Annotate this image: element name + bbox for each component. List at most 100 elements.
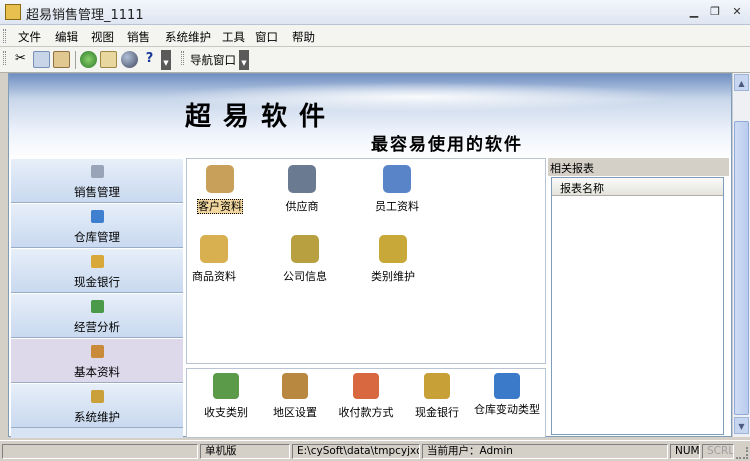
title-bar: 超易销售管理_1111 ▁ ❐ ✕ bbox=[0, 0, 750, 25]
region-icon bbox=[282, 373, 308, 399]
status-num: NUM bbox=[670, 444, 700, 459]
edit-icon[interactable] bbox=[100, 51, 117, 68]
nav-label: 仓库管理 bbox=[74, 230, 120, 244]
copy-icon[interactable] bbox=[33, 51, 50, 68]
scroll-thumb[interactable] bbox=[734, 121, 749, 415]
menu-help[interactable]: 帮助 bbox=[290, 28, 317, 44]
maximize-icon[interactable]: ❐ bbox=[707, 5, 723, 19]
cash-bank-icon bbox=[424, 373, 450, 399]
nav-system[interactable]: 系统维护 bbox=[11, 383, 183, 428]
report-name-column-header[interactable]: 报表名称 bbox=[552, 178, 723, 196]
bottom-panel: 收支类别 地区设置 收付款方式 现金银行 仓库变动类型 bbox=[186, 368, 546, 438]
center-panel: 客户资料 供应商 员工资料 商品资料 公司信息 类别维护 bbox=[186, 158, 546, 364]
item-label: 收支类别 bbox=[204, 406, 248, 419]
nav-warehouse[interactable]: 仓库管理 bbox=[11, 203, 183, 248]
item-label: 供应商 bbox=[285, 200, 319, 213]
toolbar2-grip[interactable] bbox=[181, 51, 184, 65]
item-income-expense[interactable]: 收支类别 bbox=[192, 373, 260, 439]
help-icon[interactable]: ? bbox=[141, 51, 158, 68]
status-mode: 单机版 bbox=[200, 444, 290, 459]
menu-system[interactable]: 系统维护 bbox=[163, 28, 213, 44]
banner-title: 超易软件 bbox=[185, 102, 338, 132]
paste-icon[interactable] bbox=[53, 51, 70, 68]
nav-label: 现金银行 bbox=[74, 275, 120, 289]
customer-icon bbox=[206, 165, 234, 193]
banner: 超易软件 最容易使用的软件 bbox=[9, 74, 731, 158]
cut-icon[interactable]: ✂ bbox=[12, 51, 29, 68]
toolbar: ✂ ? ▼ 导航窗口 ▼ bbox=[0, 47, 750, 73]
menu-file[interactable]: 文件 bbox=[16, 28, 43, 44]
globe-icon[interactable] bbox=[121, 51, 138, 68]
supplier-icon bbox=[288, 165, 316, 193]
toolbar-grip[interactable] bbox=[3, 51, 6, 65]
nav-label: 基本资料 bbox=[74, 365, 120, 379]
stock-change-icon bbox=[494, 373, 520, 399]
window-title: 超易销售管理_1111 bbox=[26, 8, 144, 23]
toolbar-overflow-icon[interactable]: ▼ bbox=[161, 50, 171, 70]
nav-label: 系统维护 bbox=[74, 410, 120, 424]
item-label: 公司信息 bbox=[283, 270, 327, 283]
menu-bar: 文件 编辑 视图 销售 系统维护 工具 窗口 帮助 bbox=[0, 25, 750, 47]
status-pane-empty bbox=[2, 444, 198, 459]
reports-list[interactable]: 报表名称 bbox=[551, 177, 724, 435]
item-payment-method[interactable]: 收付款方式 bbox=[332, 373, 400, 439]
nav-basic-data[interactable]: 基本资料 bbox=[11, 338, 183, 383]
vertical-scrollbar[interactable]: ▲ ▼ bbox=[732, 73, 750, 437]
item-region[interactable]: 地区设置 bbox=[261, 373, 329, 439]
nav-label: 经营分析 bbox=[74, 320, 120, 334]
nav-window-button[interactable]: 导航窗口 bbox=[190, 52, 236, 68]
status-bar: 单机版 E:\cySoft\data\tmpcyjxc.sys 当前用户：Adm… bbox=[0, 440, 750, 461]
menu-tools[interactable]: 工具 bbox=[220, 28, 247, 44]
money-bag-icon bbox=[91, 255, 104, 268]
book-icon bbox=[91, 345, 104, 358]
goods-icon bbox=[200, 235, 228, 263]
item-customer[interactable]: 客户资料 bbox=[185, 165, 255, 225]
item-label: 仓库变动类型 bbox=[474, 403, 540, 416]
item-supplier[interactable]: 供应商 bbox=[267, 165, 337, 225]
item-label: 员工资料 bbox=[375, 200, 419, 213]
item-goods[interactable]: 商品资料 bbox=[179, 235, 249, 295]
item-company-info[interactable]: 公司信息 bbox=[270, 235, 340, 295]
menu-view[interactable]: 视图 bbox=[89, 28, 116, 44]
category-icon bbox=[379, 235, 407, 263]
item-label: 客户资料 bbox=[197, 199, 243, 214]
item-category[interactable]: 类别维护 bbox=[358, 235, 428, 295]
item-label: 现金银行 bbox=[415, 406, 459, 419]
item-stock-change[interactable]: 仓库变动类型 bbox=[473, 373, 541, 439]
nav-label: 销售管理 bbox=[74, 185, 120, 199]
menu-grip[interactable] bbox=[3, 29, 6, 43]
nav-analysis[interactable]: 经营分析 bbox=[11, 293, 183, 338]
scroll-up-icon[interactable]: ▲ bbox=[734, 74, 749, 91]
hammer-icon bbox=[91, 390, 104, 403]
refresh-icon[interactable] bbox=[80, 51, 97, 68]
scroll-down-icon[interactable]: ▼ bbox=[734, 417, 749, 434]
left-nav: 销售管理 仓库管理 现金银行 经营分析 基本资料 系统维护 bbox=[11, 158, 183, 438]
nav-cash-bank[interactable]: 现金银行 bbox=[11, 248, 183, 293]
item-label: 类别维护 bbox=[371, 270, 415, 283]
minimize-icon[interactable]: ▁ bbox=[686, 5, 702, 19]
payment-method-icon bbox=[353, 373, 379, 399]
toolbar2-overflow-icon[interactable]: ▼ bbox=[239, 50, 249, 70]
status-user: 当前用户：Admin bbox=[422, 444, 668, 459]
warehouse-icon bbox=[91, 210, 104, 223]
nav-sales[interactable]: 销售管理 bbox=[11, 158, 183, 203]
chart-icon bbox=[91, 300, 104, 313]
toolbar-separator bbox=[75, 51, 76, 69]
item-cash-bank[interactable]: 现金银行 bbox=[403, 373, 471, 439]
income-expense-icon bbox=[213, 373, 239, 399]
menu-sales[interactable]: 销售 bbox=[125, 28, 152, 44]
menu-edit[interactable]: 编辑 bbox=[53, 28, 80, 44]
status-path: E:\cySoft\data\tmpcyjxc.sys bbox=[292, 444, 420, 459]
company-info-icon bbox=[291, 235, 319, 263]
close-icon[interactable]: ✕ bbox=[729, 5, 745, 19]
item-label: 地区设置 bbox=[273, 406, 317, 419]
cart-icon bbox=[91, 165, 104, 178]
related-reports-title: 相关报表 bbox=[548, 158, 729, 176]
banner-subtitle: 最容易使用的软件 bbox=[371, 135, 523, 155]
app-icon bbox=[5, 4, 21, 20]
status-scrl: SCRL bbox=[702, 444, 734, 459]
menu-window[interactable]: 窗口 bbox=[253, 28, 280, 44]
item-staff[interactable]: 员工资料 bbox=[362, 165, 432, 225]
resize-grip-icon[interactable] bbox=[736, 447, 748, 459]
staff-icon bbox=[383, 165, 411, 193]
